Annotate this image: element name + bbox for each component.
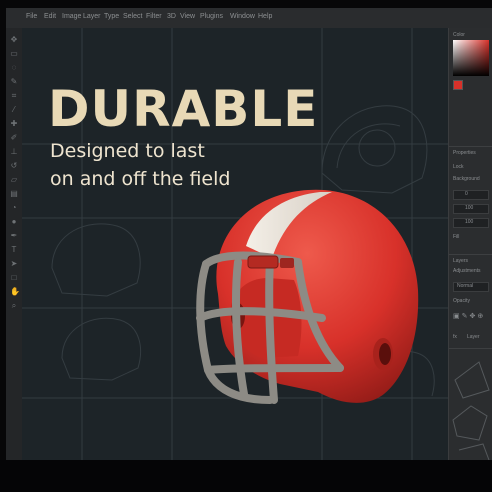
fx-button[interactable]: fx (453, 334, 457, 340)
properties-panel-label[interactable]: Properties (453, 150, 476, 156)
crop-tool-icon[interactable]: ⌗ (10, 92, 18, 100)
field-x[interactable] (453, 190, 489, 200)
brush-tool-icon[interactable]: ✐ (10, 134, 18, 142)
shape-tool-icon[interactable]: □ (10, 274, 18, 282)
field-x-value: 0 (465, 191, 468, 197)
menu-filter[interactable]: Filter (146, 13, 162, 20)
menu-window[interactable]: Window (230, 13, 255, 20)
zoom-tool-icon[interactable]: ⌕ (10, 302, 18, 310)
panel-thumbnails (452, 361, 490, 460)
pen-tool-icon[interactable]: ✒ (10, 232, 18, 240)
eraser-tool-icon[interactable]: ▱ (10, 176, 18, 184)
menu-select[interactable]: Select (123, 13, 142, 20)
football-helmet-illustration (196, 189, 419, 404)
foreground-color[interactable] (453, 80, 463, 90)
menu-file[interactable]: File (26, 13, 37, 20)
hand-tool-icon[interactable]: ✋ (10, 288, 20, 296)
dodge-tool-icon[interactable]: ● (10, 218, 18, 226)
marquee-tool-icon[interactable]: ▭ (10, 50, 18, 58)
menu-layer[interactable]: Layer (83, 13, 101, 20)
adjustments-tab[interactable]: Adjustments (453, 268, 481, 274)
menu-image[interactable]: Image (62, 13, 81, 20)
color-panel-label[interactable]: Color (453, 32, 465, 38)
monitor: File Edit Image Layer Type Select Filter… (0, 0, 492, 492)
type-tool-icon[interactable]: T (10, 246, 18, 254)
path-select-icon[interactable]: ➤ (10, 260, 18, 268)
lasso-tool-icon[interactable]: ◌ (10, 64, 18, 72)
eyedropper-icon[interactable]: ⁄ (10, 106, 18, 114)
history-brush-icon[interactable]: ↺ (10, 162, 18, 170)
tools-panel: ✥ ▭ ◌ ✎ ⌗ ⁄ ✚ ✐ ⊥ ↺ ▱ ▤ ◔ ● ✒ T ➤ □ ✋ ⌕ (6, 28, 22, 460)
blur-tool-icon[interactable]: ◔ (10, 204, 18, 212)
lock-label: Lock (453, 164, 464, 170)
healing-brush-icon[interactable]: ✚ (10, 120, 18, 128)
fill-label: Fill (453, 234, 460, 240)
quick-select-icon[interactable]: ✎ (10, 78, 18, 86)
menu-view[interactable]: View (180, 13, 195, 20)
right-panels: Color Properties Lock Background 0 100 1… (448, 28, 492, 460)
menu-bar: File Edit Image Layer Type Select Filter… (6, 8, 492, 28)
field-w-value: 100 (465, 205, 474, 211)
menu-edit[interactable]: Edit (44, 13, 56, 20)
gradient-tool-icon[interactable]: ▤ (10, 190, 18, 198)
layer-name[interactable]: Layer (467, 334, 480, 340)
opacity-label: Opacity (453, 298, 470, 304)
document-canvas[interactable]: DURABLE Designed to last on and off the … (22, 28, 448, 460)
color-picker-swatch[interactable] (453, 40, 489, 76)
photoshop-window: File Edit Image Layer Type Select Filter… (6, 8, 492, 460)
menu-type[interactable]: Type (104, 13, 119, 20)
menu-3d[interactable]: 3D (167, 13, 176, 20)
move-tool-icon[interactable]: ✥ (10, 36, 18, 44)
field-h-value: 100 (465, 219, 474, 225)
layer-background-label: Background (453, 176, 480, 182)
monitor-bezel (0, 460, 492, 492)
menu-help[interactable]: Help (258, 13, 272, 20)
blend-mode-value: Normal (457, 283, 474, 289)
layer-lock-icons[interactable]: ▣✎✥⊕ (453, 312, 489, 322)
menu-plugins[interactable]: Plugins (200, 13, 223, 20)
layers-tab[interactable]: Layers (453, 258, 468, 264)
stamp-tool-icon[interactable]: ⊥ (10, 148, 18, 156)
